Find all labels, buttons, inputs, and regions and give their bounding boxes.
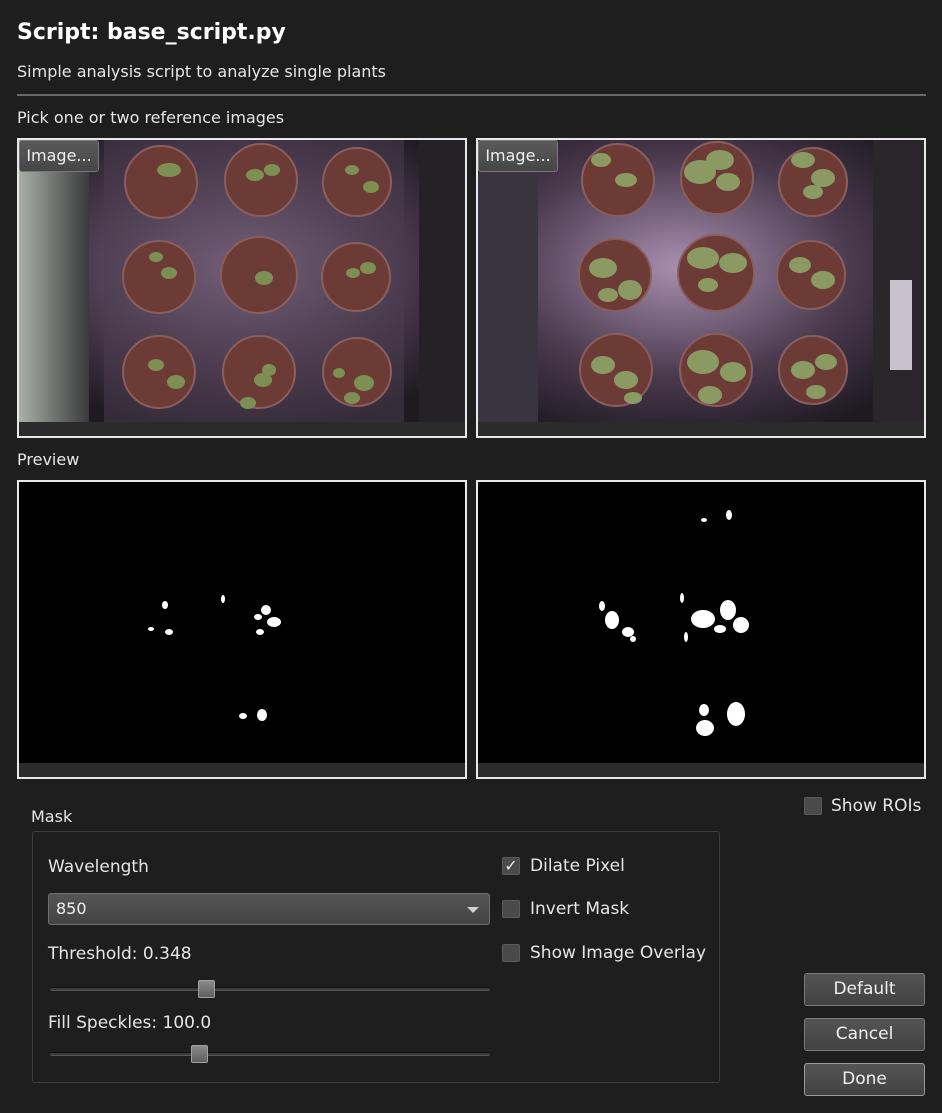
image-frame-strip [19,763,465,777]
image-frame-strip [19,422,465,436]
show-rois-checkbox[interactable] [804,797,822,815]
reference-photo-left [19,140,465,422]
show-image-overlay-checkbox[interactable] [502,944,520,962]
dialog-subtitle: Simple analysis script to analyze single… [17,62,387,81]
threshold-slider-track[interactable] [50,987,490,991]
default-button[interactable]: Default [804,973,925,1006]
pick-right-image-button[interactable]: Image... [478,140,558,172]
wavelength-select[interactable]: 850 [48,893,490,925]
mask-group-label: Mask [31,807,73,826]
preview-right [476,480,926,779]
show-rois-label: Show ROIs [831,796,922,816]
cancel-button[interactable]: Cancel [804,1018,925,1051]
invert-mask-label: Invert Mask [530,899,630,919]
dilate-pixel-label: Dilate Pixel [530,856,625,876]
done-button[interactable]: Done [804,1063,925,1096]
header-divider [17,94,926,96]
fill-speckles-slider-track[interactable] [50,1052,490,1056]
fill-speckles-label: Fill Speckles: 100.0 [48,1013,212,1033]
reference-image-left[interactable]: Image... [17,138,467,438]
preview-left [17,480,467,779]
image-frame-strip [478,422,924,436]
threshold-slider-handle[interactable] [198,980,215,998]
reference-image-right[interactable]: Image... [476,138,926,438]
check-icon: ✓ [504,856,518,875]
show-image-overlay-label: Show Image Overlay [530,943,707,963]
preview-label: Preview [17,450,80,469]
dialog-title: Script: base_script.py [17,20,286,45]
dilate-pixel-checkbox[interactable]: ✓ [502,857,520,875]
chevron-down-icon [467,907,479,913]
preview-mask-right [599,510,749,736]
preview-mask-left [148,595,281,721]
reference-images-label: Pick one or two reference images [17,108,285,127]
image-frame-strip [478,763,924,777]
reference-photo-right [478,140,924,422]
wavelength-label: Wavelength [48,857,149,877]
invert-mask-checkbox[interactable] [502,900,520,918]
fill-speckles-slider-handle[interactable] [191,1045,208,1063]
threshold-label: Threshold: 0.348 [48,944,192,964]
wavelength-select-value: 850 [56,899,87,918]
pick-left-image-button[interactable]: Image... [19,140,99,172]
